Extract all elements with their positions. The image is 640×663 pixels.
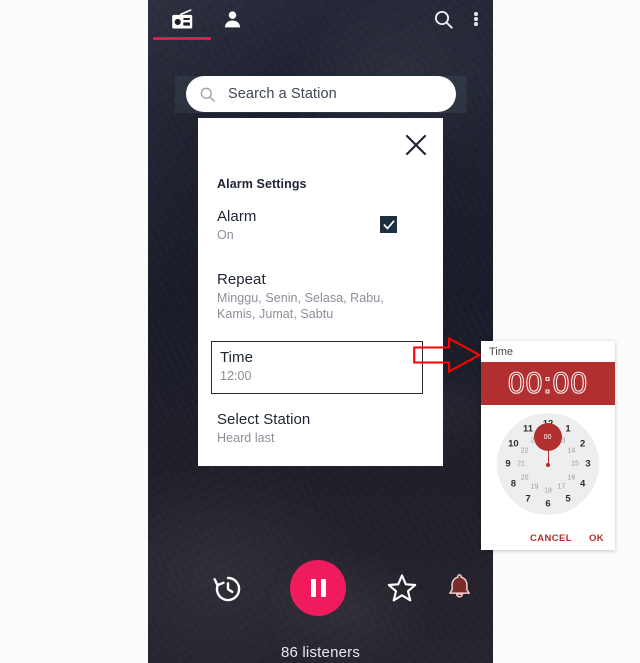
close-dialog-button[interactable] <box>399 128 433 162</box>
app-top-bar <box>148 0 493 40</box>
phone-screenshot: Search a Station Alarm Settings Alarm On… <box>148 0 493 663</box>
time-picker-actions: CANCEL OK <box>481 533 615 544</box>
clock-hour-8[interactable]: 8 <box>511 479 516 490</box>
play-pause-button[interactable] <box>290 560 346 616</box>
time-picker-display-time: 00:00 <box>507 366 589 400</box>
clock-hour-2[interactable]: 2 <box>580 439 585 450</box>
dialog-title: Alarm Settings <box>217 177 307 191</box>
time-row[interactable]: Time 12:00 <box>211 341 423 394</box>
star-outline-icon <box>387 574 417 602</box>
check-icon <box>382 219 395 230</box>
player-controls: 86 listeners <box>148 560 493 663</box>
clock-hour-15[interactable]: 15 <box>571 461 579 468</box>
favorite-button[interactable] <box>386 572 426 612</box>
search-icon <box>200 87 215 102</box>
clock-hour-14[interactable]: 14 <box>567 447 575 454</box>
repeat-row-value: Minggu, Senin, Selasa, Rabu, Kamis, Juma… <box>217 291 384 321</box>
clock-hour-1[interactable]: 1 <box>565 424 570 435</box>
time-picker-banner[interactable]: 00:00 <box>481 362 615 405</box>
clock-hour-16[interactable]: 16 <box>567 474 575 481</box>
listener-count: 86 listeners <box>280 644 361 661</box>
alarm-button[interactable] <box>445 572 485 612</box>
select-station-row[interactable]: Select Station Heard last <box>217 411 422 447</box>
profile-tab[interactable] <box>212 4 252 34</box>
clock-hour-10[interactable]: 10 <box>508 439 519 450</box>
search-bar[interactable]: Search a Station <box>175 76 467 113</box>
person-icon <box>224 10 240 27</box>
radio-icon <box>171 8 192 28</box>
search-placeholder-text: Search a Station <box>228 86 337 102</box>
clock-hour-11[interactable]: 11 <box>523 424 533 435</box>
clock-selected-hour[interactable]: 00 <box>533 423 562 451</box>
clock-hour-20[interactable]: 20 <box>521 474 529 481</box>
search-input[interactable]: Search a Station <box>186 76 456 112</box>
search-icon <box>434 10 453 29</box>
alarm-enabled-checkbox[interactable] <box>380 216 397 233</box>
select-station-row-value: Heard last <box>217 431 275 445</box>
select-station-row-label: Select Station <box>217 411 311 428</box>
clock-hour-21[interactable]: 21 <box>517 461 525 468</box>
clock-face[interactable]: 12 1 2 3 4 5 6 7 8 9 10 11 00 13 14 15 1… <box>497 413 599 515</box>
clock-hour-4[interactable]: 4 <box>580 479 585 490</box>
close-icon <box>405 134 427 156</box>
more-vertical-icon <box>474 11 478 28</box>
bell-icon <box>449 574 470 598</box>
repeat-row-label: Repeat <box>217 271 266 288</box>
clock-center-dot <box>546 462 550 467</box>
clock-hour-6[interactable]: 6 <box>545 499 550 510</box>
clock-hour-19[interactable]: 19 <box>531 484 539 491</box>
ok-button[interactable]: OK <box>589 533 604 544</box>
active-tab-indicator <box>153 37 211 40</box>
time-row-label: Time <box>220 349 253 366</box>
clock-hour-18[interactable]: 18 <box>544 488 552 495</box>
clock-hour-22[interactable]: 22 <box>521 447 529 454</box>
clock-selected-hour-label: 00 <box>543 433 552 441</box>
alarm-settings-dialog: Alarm Settings Alarm On Repeat Minggu, S… <box>198 118 443 466</box>
clock-hour-9[interactable]: 9 <box>505 459 510 470</box>
search-action-button[interactable] <box>426 4 460 34</box>
time-row-value: 12:00 <box>220 369 252 383</box>
clock-hour-7[interactable]: 7 <box>525 493 530 504</box>
clock-hour-3[interactable]: 3 <box>585 459 590 470</box>
red-pointer-arrow <box>413 337 481 373</box>
history-clock-icon <box>213 576 241 602</box>
radio-tab[interactable] <box>162 4 202 34</box>
overflow-menu-button[interactable] <box>465 4 487 34</box>
time-picker-dialog: Time 00:00 12 1 2 3 4 5 6 7 8 9 10 11 00… <box>481 341 615 550</box>
pause-icon <box>308 579 328 597</box>
clock-hour-5[interactable]: 5 <box>565 493 570 504</box>
time-picker-label: Time <box>489 346 514 358</box>
history-button[interactable] <box>211 572 251 612</box>
repeat-row[interactable]: Repeat Minggu, Senin, Selasa, Rabu, Kami… <box>217 271 422 322</box>
clock-hour-17[interactable]: 17 <box>558 484 566 491</box>
cancel-button[interactable]: CANCEL <box>530 533 572 544</box>
